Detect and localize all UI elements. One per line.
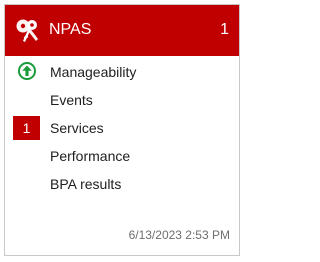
server-group-tile[interactable]: NPAS 1 Manageability Events 1 Services P… bbox=[4, 4, 240, 256]
item-performance[interactable]: Performance bbox=[5, 142, 239, 170]
item-label-performance[interactable]: Performance bbox=[50, 147, 130, 165]
item-label-events[interactable]: Events bbox=[50, 91, 93, 109]
item-label-manageability[interactable]: Manageability bbox=[50, 63, 136, 81]
keys-icon bbox=[14, 17, 42, 45]
item-label-services[interactable]: Services bbox=[50, 119, 104, 137]
item-label-bpa-results[interactable]: BPA results bbox=[50, 175, 121, 193]
item-bpa-results[interactable]: BPA results bbox=[5, 170, 239, 198]
tile-alert-count[interactable]: 1 bbox=[220, 20, 229, 40]
item-events[interactable]: Events bbox=[5, 86, 239, 114]
tile-header[interactable]: NPAS 1 bbox=[5, 5, 239, 56]
up-arrow-circle-icon bbox=[17, 61, 37, 81]
tile-title[interactable]: NPAS bbox=[49, 20, 91, 40]
services-alert-badge: 1 bbox=[13, 116, 40, 140]
last-updated-timestamp: 6/13/2023 2:53 PM bbox=[128, 228, 230, 242]
item-manageability[interactable]: Manageability bbox=[5, 58, 239, 86]
item-services[interactable]: 1 Services bbox=[5, 114, 239, 142]
